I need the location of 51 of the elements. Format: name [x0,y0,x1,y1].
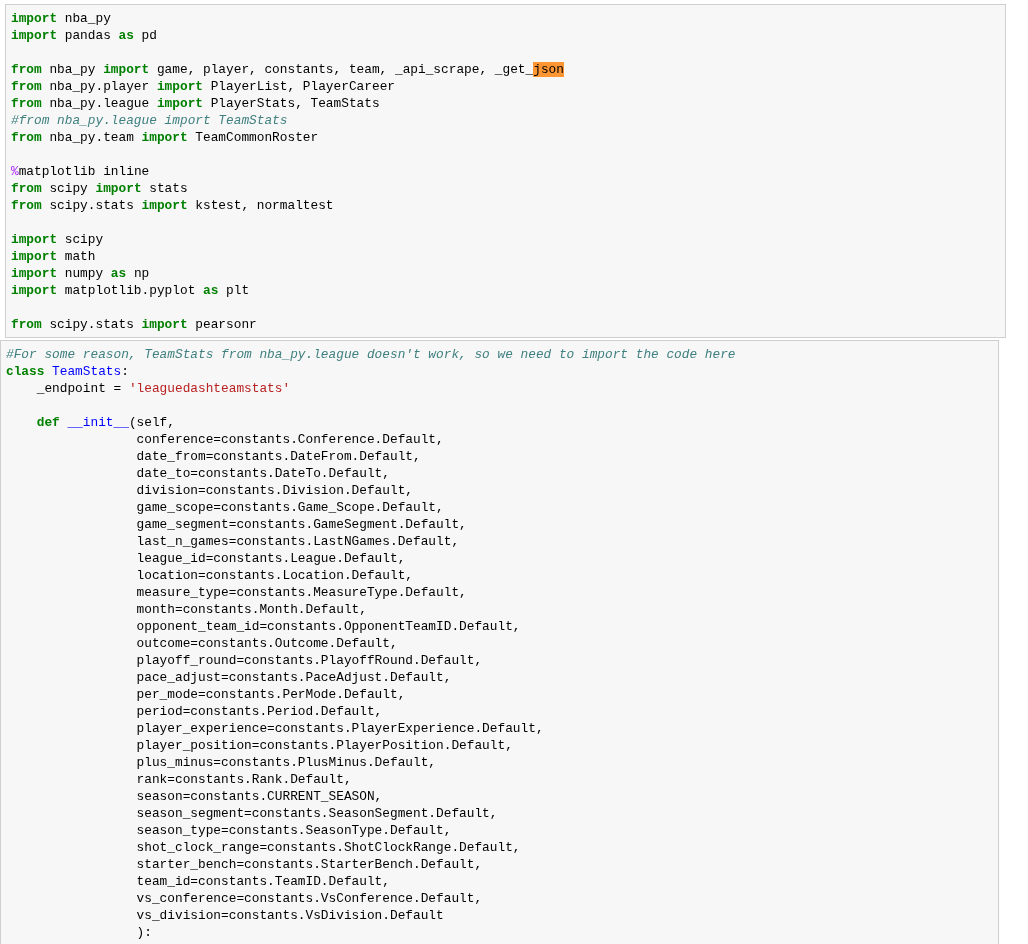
code-line: per_mode=constants.PerMode.Default, [135,686,406,703]
code-line: from scipy import stats [11,180,188,197]
code-line: game_scope=constants.Game_Scope.Default, [135,499,444,516]
code-line: division=constants.Division.Default, [135,482,413,499]
code-line: import matplotlib.pyplot as plt [11,282,250,299]
code-line: ): [135,924,152,941]
code-cell[interactable] [5,4,1006,338]
code-line: #For some reason, TeamStats from nba_py.league doesn't work, so we need to import the code here [6,346,736,363]
code-line: outcome=constants.Outcome.Default, [135,635,398,652]
code-line: #from nba_py.league import TeamStats [11,112,288,129]
code-line: from nba_py import game, player, constants, team, _api_scrape, _get_json [11,61,564,78]
code-line: period=constants.Period.Default, [135,703,383,720]
code-line: team_id=constants.TeamID.Default, [135,873,390,890]
code-line: month=constants.Month.Default, [135,601,367,618]
code-line: from nba_py.team import TeamCommonRoster [11,129,319,146]
code-line: shot_clock_range=constants.ShotClockRange.Default, [135,839,521,856]
code-line: %matplotlib inline [11,163,150,180]
code-line: from scipy.stats import kstest, normaltest [11,197,334,214]
code-line: player_position=constants.PlayerPosition.Default, [135,737,513,754]
code-line: starter_bench=constants.StarterBench.Default, [135,856,483,873]
code-line: season=constants.CURRENT_SEASON, [135,788,383,805]
code-line: from scipy.stats import pearsonr [11,316,257,333]
code-line: import nba_py [11,10,111,27]
code-line: playoff_round=constants.PlayoffRound.Default, [135,652,483,669]
code-line: last_n_games=constants.LastNGames.Default, [135,533,460,550]
code-line: conference=constants.Conference.Default, [135,431,444,448]
code-line: pace_adjust=constants.PaceAdjust.Default, [135,669,452,686]
code-line: opponent_team_id=constants.OpponentTeamID.Default, [135,618,521,635]
code-line: game_segment=constants.GameSegment.Default, [135,516,467,533]
code-line: date_from=constants.DateFrom.Default, [135,448,421,465]
code-line: measure_type=constants.MeasureType.Default, [135,584,467,601]
code-line: import math [11,248,96,265]
code-line: _endpoint = 'leaguedashteamstats' [35,380,291,397]
code-line: player_experience=constants.PlayerExperience.Default, [135,720,544,737]
code-cell[interactable] [0,340,999,944]
code-line: vs_conference=constants.VsConference.Default, [135,890,483,907]
code-line: location=constants.Location.Default, [135,567,413,584]
code-line: plus_minus=constants.PlusMinus.Default, [135,754,437,771]
code-line: rank=constants.Rank.Default, [135,771,352,788]
code-line: season_segment=constants.SeasonSegment.Default, [135,805,498,822]
code-line: league_id=constants.League.Default, [135,550,406,567]
code-line: season_type=constants.SeasonType.Default, [135,822,452,839]
code-line: import pandas as pd [11,27,157,44]
code-line: from nba_py.player import PlayerList, PlayerCareer [11,78,395,95]
code-line: from nba_py.league import PlayerStats, TeamStats [11,95,380,112]
code-line: class TeamStats: [6,363,129,380]
code-line: def __init__(self, [35,414,175,431]
code-line: date_to=constants.DateTo.Default, [135,465,390,482]
code-line: vs_division=constants.VsDivision.Default [135,907,444,924]
code-line: import numpy as np [11,265,150,282]
code-line: import scipy [11,231,104,248]
